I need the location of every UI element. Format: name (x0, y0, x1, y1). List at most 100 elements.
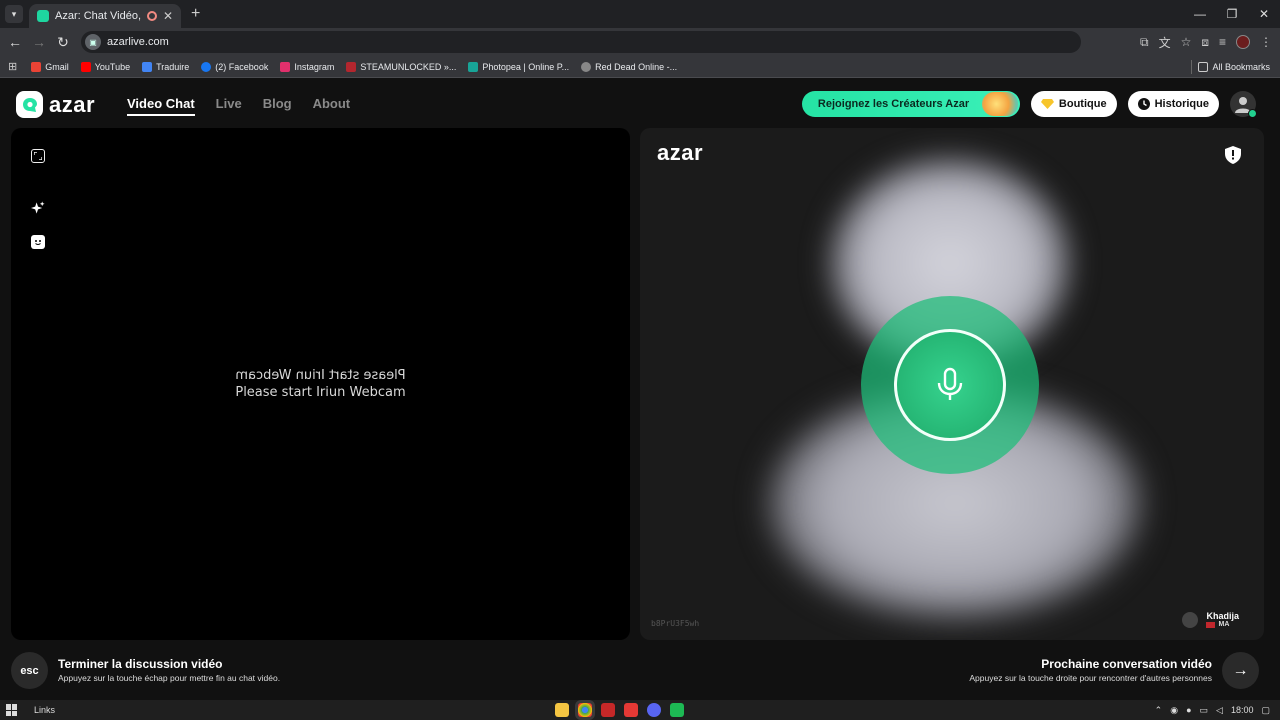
bookmark-label: Photopea | Online P... (482, 61, 570, 72)
reload-icon[interactable]: ↻ (51, 34, 75, 51)
azar-favicon-icon (37, 10, 49, 22)
bookmark-traduire[interactable]: Traduire (142, 61, 190, 72)
nav-live[interactable]: Live (216, 96, 242, 116)
bookmark-star-icon[interactable]: ☆ (1181, 35, 1192, 49)
red-dead-icon (581, 61, 592, 72)
window-controls: — ❐ ✕ (1184, 0, 1280, 28)
fullscreen-toggle-icon[interactable] (31, 149, 45, 163)
url-field[interactable]: ▣ azarlive.com (81, 31, 1081, 53)
maximize-button[interactable]: ❐ (1216, 0, 1248, 28)
history-button[interactable]: Historique (1127, 91, 1219, 117)
tray-mic-icon[interactable]: ● (1186, 705, 1191, 715)
remote-video-panel: azar b8PrU3F5wh Khadija MA (640, 128, 1264, 640)
join-creators-button[interactable]: Rejoignez les Créateurs Azar (801, 91, 1020, 117)
bookmark-photopea[interactable]: Photopea | Online P... (468, 61, 570, 72)
facebook-icon (201, 61, 212, 72)
photopea-icon (468, 61, 479, 72)
discord-icon[interactable] (647, 703, 661, 717)
tab-search-icon[interactable]: ▾ (5, 5, 23, 23)
minimize-button[interactable]: — (1184, 0, 1216, 28)
nav-about[interactable]: About (313, 96, 351, 116)
tray-camera-icon[interactable]: ◉ (1170, 705, 1178, 716)
address-bar-actions: ⧉ 文 ☆ ⧈ ≡ ⋮ (1140, 34, 1272, 51)
next-chat-button[interactable]: → (1222, 652, 1259, 689)
translate-icon[interactable]: 文 (1159, 34, 1171, 51)
install-app-icon[interactable]: ⧉ (1140, 35, 1149, 50)
app-green-icon[interactable] (670, 703, 684, 717)
gmail-icon (31, 61, 42, 72)
join-creators-label: Rejoignez les Créateurs Azar (817, 98, 970, 110)
bookmark-red-dead[interactable]: Red Dead Online -... (581, 61, 677, 72)
creators-badge-icon (981, 92, 1018, 116)
steamunlocked-icon (346, 61, 357, 72)
address-bar: ← → ↻ ▣ azarlive.com ⧉ 文 ☆ ⧈ ≡ ⋮ (0, 28, 1280, 56)
all-bookmarks-button[interactable]: All Bookmarks (1198, 61, 1270, 72)
translate-icon (142, 61, 153, 72)
azar-wordmark: azar (49, 91, 96, 117)
bookmark-steamunlocked[interactable]: STEAMUNLOCKED »... (346, 61, 456, 72)
next-chat-subtitle: Appuyez sur la touche droite pour rencon… (969, 673, 1212, 683)
end-chat-button[interactable]: esc (11, 652, 48, 689)
azar-watermark: azar (657, 140, 704, 165)
browser-tab-active[interactable]: Azar: Chat Vidéo, Rencontr ✕ (29, 4, 181, 28)
end-chat-subtitle: Appuyez sur la touche échap pour mettre … (58, 673, 281, 683)
extensions-icon[interactable]: ⧈ (1201, 35, 1209, 50)
app-red-icon[interactable] (601, 703, 615, 717)
file-explorer-icon[interactable] (555, 703, 569, 717)
report-button[interactable] (1225, 146, 1241, 169)
microphone-icon (937, 367, 963, 400)
recorder-icon[interactable] (624, 703, 638, 717)
report-shield-icon (1225, 146, 1241, 164)
instagram-icon (280, 61, 291, 72)
bookmark-instagram[interactable]: Instagram (280, 61, 335, 72)
gem-icon (1040, 99, 1054, 109)
start-button[interactable] (6, 704, 18, 716)
close-window-button[interactable]: ✕ (1248, 0, 1280, 28)
tray-volume-icon[interactable]: ◁ (1216, 705, 1223, 716)
webcam-message: Please start Iriun Webcam (235, 385, 406, 400)
recording-indicator-icon (146, 11, 157, 21)
media-control-icon[interactable]: ≡ (1219, 35, 1226, 49)
menu-kebab-icon[interactable]: ⋮ (1260, 35, 1272, 49)
bookmark-facebook[interactable]: (2) Facebook (201, 61, 268, 72)
bookmark-label: Gmail (45, 61, 69, 72)
new-tab-button[interactable]: + (191, 5, 200, 23)
taskbar-links-label[interactable]: Links (34, 705, 55, 715)
end-chat-title: Terminer la discussion vidéo (58, 657, 223, 671)
back-arrow-icon[interactable]: ← (3, 34, 27, 50)
face-filter-icon[interactable] (31, 235, 45, 249)
bookmark-label: Traduire (156, 61, 190, 72)
tab-close-icon[interactable]: ✕ (163, 9, 173, 23)
tab-title: Azar: Chat Vidéo, Rencontr (55, 10, 141, 22)
peer-country-code: MA (1218, 621, 1230, 628)
azar-logo[interactable]: azar (16, 91, 95, 118)
bookmark-gmail[interactable]: Gmail (31, 61, 69, 72)
apps-grid-icon[interactable]: ⊞ (8, 60, 17, 73)
nav-video-chat[interactable]: Video Chat (127, 96, 195, 116)
tray-network-icon[interactable]: ▭ (1200, 705, 1209, 716)
bookmark-youtube[interactable]: YouTube (80, 61, 130, 72)
bookmark-label: Instagram (294, 61, 335, 72)
nav-blog[interactable]: Blog (263, 96, 292, 116)
microphone-button[interactable] (894, 329, 1006, 441)
clock-time[interactable]: 18:00 (1231, 705, 1254, 715)
user-avatar[interactable] (1230, 91, 1257, 118)
system-tray: ⌃ ◉ ● ▭ ◁ 18:00 ▢ (1155, 705, 1270, 716)
shop-button[interactable]: Boutique (1030, 91, 1117, 117)
peer-info: Khadija MA (1182, 611, 1239, 628)
camera-permission-icon[interactable]: ▣ (85, 34, 101, 50)
effects-sparkle-icon[interactable] (31, 201, 45, 215)
forward-arrow-icon[interactable]: → (27, 34, 51, 50)
taskbar-apps (555, 703, 684, 717)
tray-chevron-up-icon[interactable]: ⌃ (1155, 705, 1163, 716)
arrow-right-icon: → (1232, 661, 1249, 679)
chrome-icon[interactable] (578, 703, 592, 717)
youtube-icon (80, 61, 91, 72)
history-label: Historique (1154, 98, 1209, 110)
url-text: azarlive.com (107, 36, 169, 48)
notification-icon[interactable]: ▢ (1261, 705, 1270, 716)
clock-icon (1137, 98, 1150, 110)
browser-tab-bar: ▾ Azar: Chat Vidéo, Rencontr ✕ + — ❐ ✕ (0, 0, 1280, 28)
shop-label: Boutique (1058, 98, 1107, 110)
profile-avatar[interactable] (1236, 35, 1250, 49)
